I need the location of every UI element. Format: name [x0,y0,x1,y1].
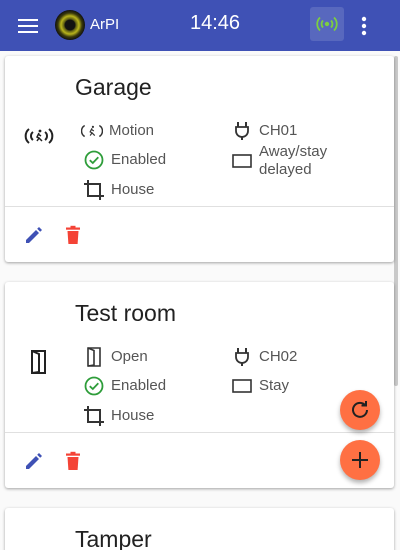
door-open-icon [83,346,105,368]
sensor-area-row: House [83,405,154,427]
sensor-card: Garage Motion Enabled House CH01 Away/st… [5,56,394,262]
sensor-type-row: Motion [81,120,154,142]
power-plug-icon [231,346,253,368]
edit-button[interactable] [21,222,47,248]
rectangle-icon [231,375,253,397]
sensor-mode-line: delayed [259,161,312,178]
delete-button[interactable] [60,222,86,248]
sensor-status-row: Enabled [83,375,166,397]
sensor-card: Test room Open Enabled House CH02 Stay [5,282,394,488]
sensor-type-row: Open [83,346,148,368]
divider [5,432,394,433]
sensor-mode: Stay [259,377,290,394]
edit-icon [26,453,42,469]
wifi-tethering-icon [316,16,338,32]
edit-button[interactable] [21,448,47,474]
sensor-card: Tamper [5,508,394,550]
sensor-mode-row: Stay [231,375,289,397]
refresh-button[interactable] [340,390,380,430]
more-vert-icon [361,16,367,36]
crop-icon [83,405,105,427]
delete-icon [66,451,80,470]
more-options-button[interactable] [352,12,376,40]
power-plug-icon [231,120,253,142]
sensor-channel-row: CH02 [231,346,297,368]
sensor-name: Garage [75,74,152,100]
sensor-area: House [111,181,155,198]
check-circle-icon [83,375,105,397]
crop-icon [83,179,105,201]
sensor-type: Open [111,348,148,365]
sensor-area: House [111,407,155,424]
sensor-type: Motion [109,122,155,139]
motion-sensor-icon [23,120,55,152]
delete-icon [66,225,80,244]
sensor-status: Enabled [111,151,167,168]
delete-button[interactable] [60,448,86,474]
add-button[interactable] [340,440,380,480]
sensor-status: Enabled [111,377,167,394]
sensor-name: Tamper [75,526,152,550]
check-circle-icon [83,149,105,171]
sensor-area-row: House [83,179,154,201]
connection-button[interactable] [310,7,344,41]
sensor-status-row: Enabled [83,149,166,171]
scrollbar[interactable] [394,56,398,386]
refresh-icon [352,401,368,418]
rectangle-icon [231,150,253,172]
sensor-channel: CH02 [259,348,298,365]
door-icon [23,346,55,378]
app-bar: ArPI 14:46 [0,0,400,51]
sensor-name: Test room [75,300,176,326]
sensor-channel-row: CH01 [231,120,297,142]
divider [5,206,394,207]
motion-sensor-icon [81,120,103,142]
sensor-mode-row: Away/stay delayed [231,143,327,179]
sensor-mode: Away/stay delayed [259,143,327,179]
edit-icon [26,227,42,243]
sensor-mode-line: Away/stay [259,143,328,160]
sensor-channel: CH01 [259,122,298,139]
add-icon [352,452,368,468]
